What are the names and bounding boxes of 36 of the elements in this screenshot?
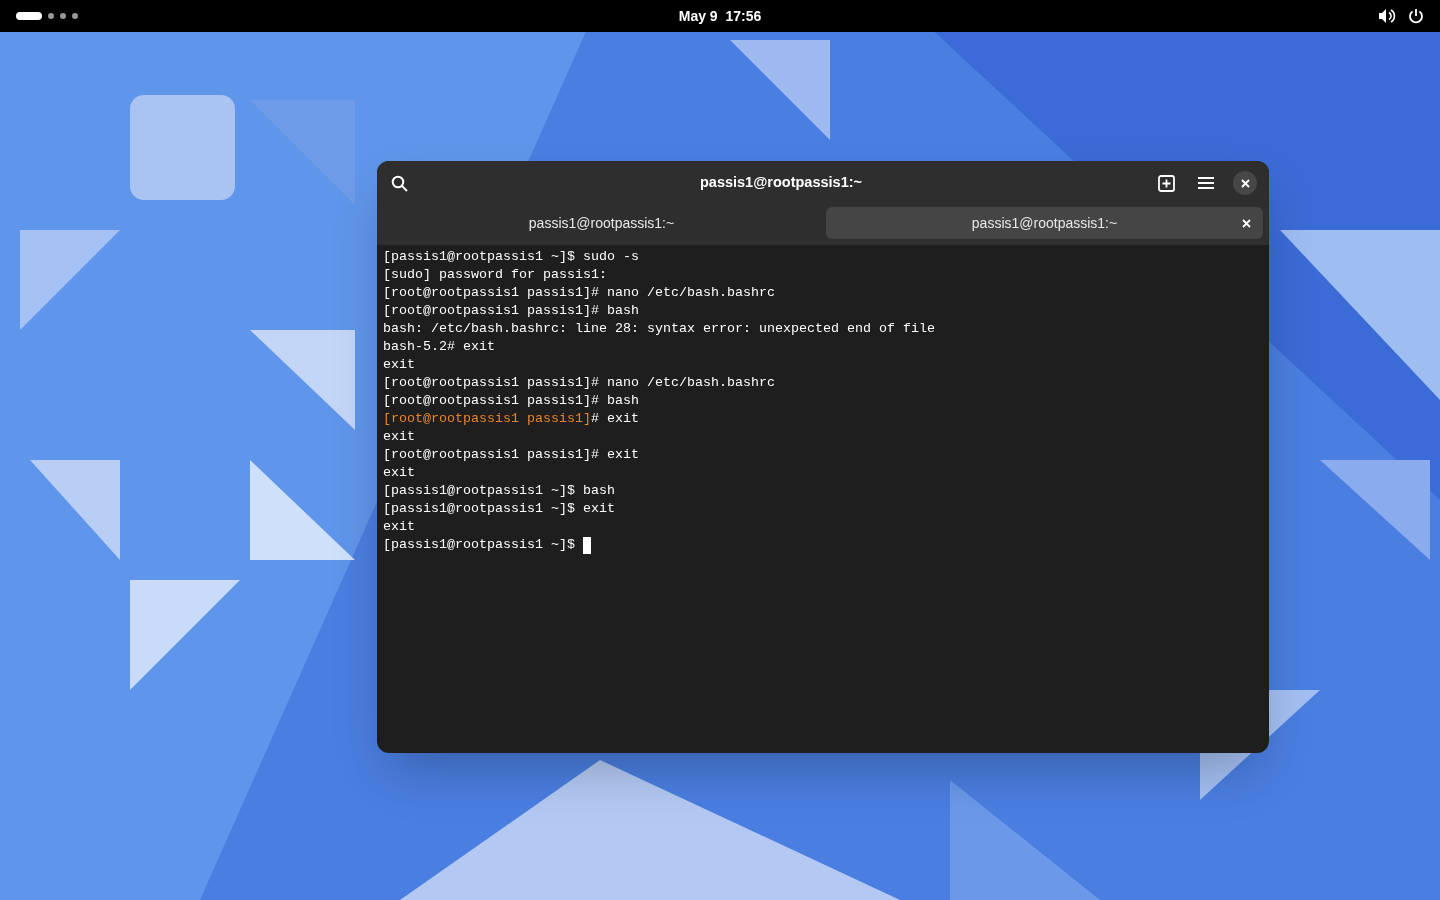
menu-icon	[1198, 176, 1214, 190]
close-icon	[1240, 178, 1250, 188]
workspace-indicator[interactable]	[16, 12, 42, 20]
terminal-line: bash-5.2# exit	[383, 338, 495, 356]
terminal-line: [root@rootpassis1 passis1]# bash	[383, 392, 639, 410]
search-icon	[390, 174, 408, 192]
tab[interactable]: passis1@rootpassis1:~	[383, 207, 820, 239]
workspace-indicator[interactable]	[72, 13, 78, 19]
text-cursor	[582, 536, 591, 554]
terminal-line: [sudo] password for passis1:	[383, 266, 607, 284]
clock[interactable]: May 9 17:56	[678, 5, 762, 27]
terminal-line: [root@rootpassis1 passis1]# bash	[383, 302, 639, 320]
terminal-line: exit	[383, 518, 415, 536]
terminal-line: exit	[383, 464, 415, 482]
terminal-line: [passis1@rootpassis1 ~]$	[383, 536, 575, 554]
new-tab-icon	[1157, 174, 1175, 192]
terminal-line: exit	[383, 428, 415, 446]
terminal-line: [root@rootpassis1 passis1]# exit	[383, 446, 639, 464]
search-button[interactable]	[389, 173, 409, 193]
terminal-line: bash: /etc/bash.bashrc: line 28: syntax error: unexpected end of file	[383, 320, 935, 338]
volume-icon[interactable]	[1378, 8, 1396, 24]
terminal-line: [passis1@rootpassis1 ~]$ sudo -s	[383, 248, 639, 266]
terminal-line: [passis1@rootpassis1 ~]$ bash	[383, 482, 615, 500]
prompt-text: [root@rootpassis1 passis1]	[383, 410, 591, 428]
workspace-indicator[interactable]	[60, 13, 66, 19]
tab[interactable]: passis1@rootpassis1:~	[826, 207, 1263, 239]
close-button[interactable]	[1233, 171, 1257, 195]
terminal-line: [root@rootpassis1 passis1]# nano /etc/bash.bashrc	[383, 284, 775, 302]
window-title: passis1@rootpassis1:~	[699, 173, 862, 193]
terminal-line: [passis1@rootpassis1 ~]$ exit	[383, 500, 615, 518]
terminal-line: exit	[383, 356, 415, 374]
workspace-indicator[interactable]	[48, 13, 54, 19]
terminal-line: [root@rootpassis1 passis1]# nano /etc/bash.bashrc	[383, 374, 775, 392]
power-icon[interactable]	[1408, 8, 1424, 24]
tab-close-icon[interactable]	[1242, 219, 1251, 228]
terminal-line: # exit	[590, 410, 639, 428]
